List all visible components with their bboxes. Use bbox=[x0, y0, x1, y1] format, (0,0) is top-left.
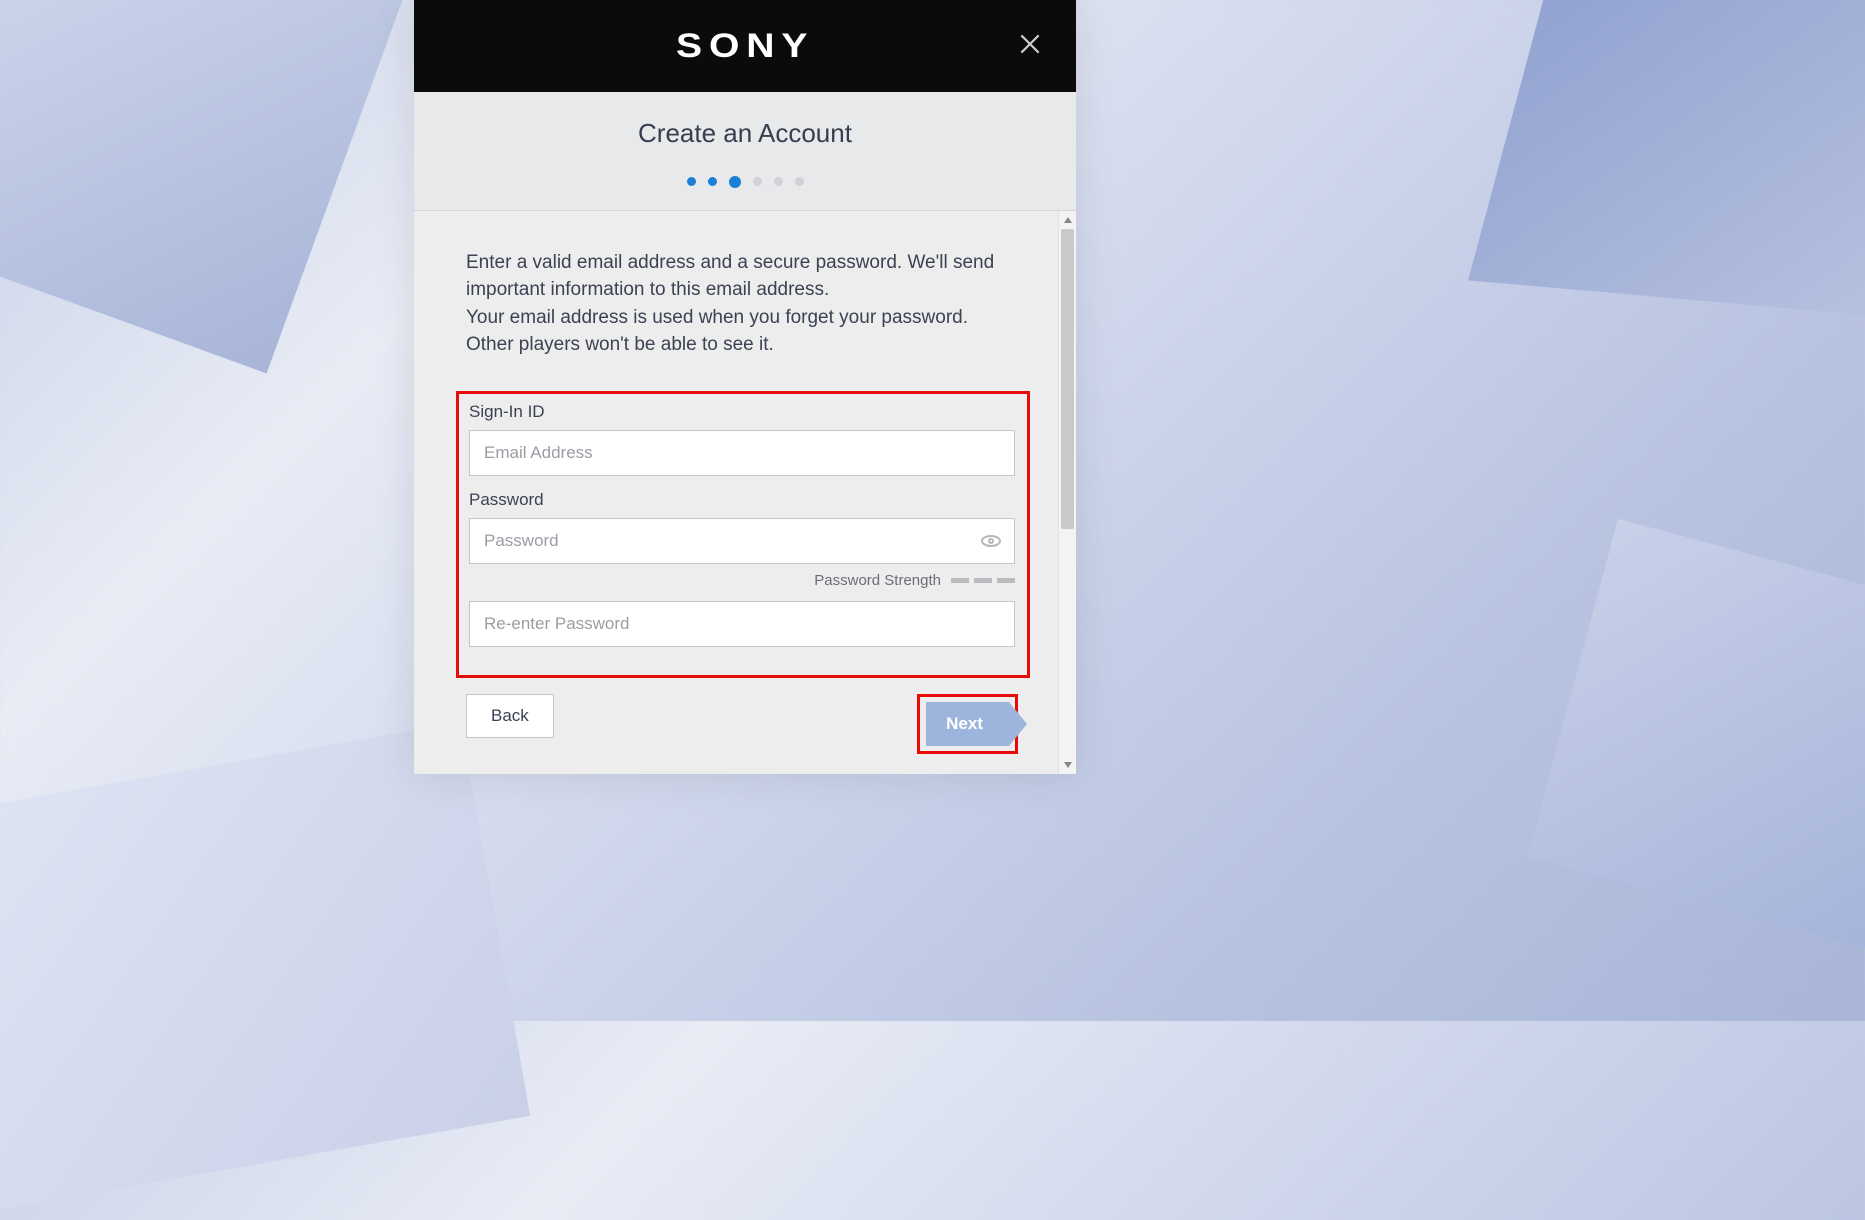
step-dot bbox=[795, 177, 804, 186]
eye-icon bbox=[979, 529, 1003, 553]
form-content: Enter a valid email address and a secure… bbox=[414, 211, 1058, 775]
next-button[interactable]: Next bbox=[926, 702, 1009, 746]
form-fields-highlight: Sign-In ID Password Password Strength bbox=[456, 391, 1030, 678]
signin-id-label: Sign-In ID bbox=[469, 402, 1015, 422]
back-button[interactable]: Back bbox=[466, 694, 554, 738]
toggle-password-visibility-button[interactable] bbox=[979, 529, 1003, 553]
scroll-up-button[interactable] bbox=[1059, 211, 1076, 229]
modal-header: SONY bbox=[414, 0, 1076, 92]
step-dot bbox=[687, 177, 696, 186]
instruction-line: Enter a valid email address and a secure… bbox=[466, 249, 1006, 304]
chevron-down-icon bbox=[1063, 760, 1073, 770]
instructions: Enter a valid email address and a secure… bbox=[466, 249, 1006, 359]
create-account-modal: SONY Create an Account Enter a valid ema… bbox=[414, 0, 1076, 774]
password-strength-meter bbox=[951, 578, 1015, 583]
step-dot bbox=[774, 177, 783, 186]
page-title: Create an Account bbox=[414, 118, 1076, 149]
next-button-highlight: Next bbox=[917, 694, 1018, 754]
password-group: Password Password Strength bbox=[469, 490, 1015, 647]
step-dot bbox=[708, 177, 717, 186]
scroll-area: Enter a valid email address and a secure… bbox=[414, 211, 1076, 775]
reenter-password-field[interactable] bbox=[469, 601, 1015, 647]
close-icon bbox=[1017, 31, 1043, 57]
step-dot bbox=[729, 176, 741, 188]
password-label: Password bbox=[469, 490, 1015, 510]
progress-stepper bbox=[414, 149, 1076, 211]
password-field[interactable] bbox=[469, 518, 1015, 564]
scrollbar[interactable] bbox=[1058, 211, 1076, 775]
signin-id-group: Sign-In ID bbox=[469, 402, 1015, 476]
step-dot bbox=[753, 177, 762, 186]
nav-row: Back Next bbox=[466, 694, 1018, 754]
password-strength-row: Password Strength bbox=[469, 572, 1015, 589]
scroll-down-button[interactable] bbox=[1059, 756, 1076, 774]
scroll-thumb[interactable] bbox=[1061, 229, 1074, 529]
chevron-up-icon bbox=[1063, 215, 1073, 225]
instruction-line: Your email address is used when you forg… bbox=[466, 304, 1006, 359]
password-strength-label: Password Strength bbox=[814, 572, 941, 589]
email-field[interactable] bbox=[469, 430, 1015, 476]
title-area: Create an Account bbox=[414, 92, 1076, 211]
brand-logo: SONY bbox=[676, 27, 814, 66]
close-button[interactable] bbox=[1008, 22, 1052, 66]
